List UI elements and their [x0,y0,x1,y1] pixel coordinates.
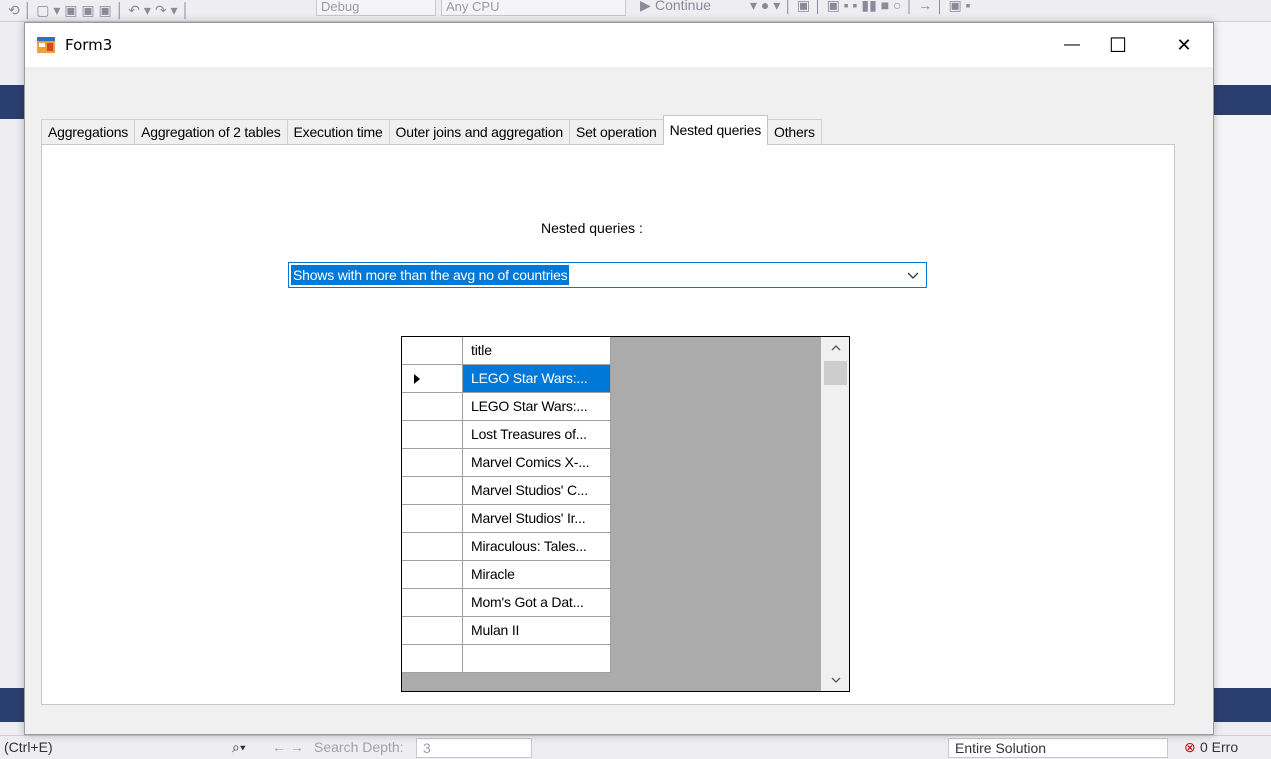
row-header[interactable] [402,477,463,505]
query-select-value: Shows with more than the avg no of count… [291,265,570,285]
continue-button[interactable]: Continue [655,0,711,13]
error-count[interactable]: 0 Erro [1200,739,1238,755]
platform-dropdown[interactable]: Any CPU [441,0,626,16]
column-header-title[interactable]: title [463,337,611,365]
table-row[interactable]: LEGO Star Wars:... [463,393,611,421]
search-depth-label: Search Depth: [314,739,404,755]
nav-arrows[interactable]: ← → [272,739,304,755]
form-app-icon [37,37,55,53]
chevron-down-icon [831,677,840,683]
row-header[interactable] [402,561,463,589]
search-depth-dropdown[interactable]: 3 [416,738,532,758]
tab-aggregation-of-2-tables[interactable]: Aggregation of 2 tables [134,119,288,145]
search-icon[interactable]: ⌕▾ [232,739,246,756]
vs-right-band [1214,85,1271,115]
window-title: Form3 [65,36,113,54]
chevron-down-icon[interactable] [906,267,920,283]
toolbar-icons: ⟲ │ ▢ ▾ ▣ ▣ ▣ │ ↶ ▾ ↷ ▾ │ [8,2,191,18]
row-header[interactable] [402,505,463,533]
title-bar[interactable]: Form3 — ☐ ✕ [25,23,1213,67]
maximize-button[interactable]: ☐ [1095,23,1141,67]
table-row[interactable]: Marvel Comics X-... [463,449,611,477]
table-row[interactable]: Miraculous: Tales... [463,533,611,561]
scroll-down-button[interactable] [821,669,849,691]
table-row[interactable]: Miracle [463,561,611,589]
nested-queries-page: Nested queries : Shows with more than th… [41,144,1175,705]
query-select[interactable]: Shows with more than the avg no of count… [288,262,927,288]
nested-queries-label: Nested queries : [541,220,643,236]
shortcut-hint: (Ctrl+E) [4,739,53,755]
scroll-up-button[interactable] [821,337,849,359]
tab-execution-time[interactable]: Execution time [286,119,390,145]
row-header[interactable] [402,421,463,449]
vs-left-panel [0,22,24,722]
table-row[interactable]: Marvel Studios' Ir... [463,505,611,533]
config-dropdown[interactable]: Debug [316,0,436,16]
row-header[interactable] [402,365,463,393]
table-row[interactable]: Mom's Got a Dat... [463,589,611,617]
debug-toolbar-icons: ▾ ● ▾ │ ▣ │ ▣ ▪ ▪ ▮▮ ■ ○ │ → │ ▣ ▪ [750,0,971,13]
row-header[interactable] [402,589,463,617]
row-header[interactable] [402,449,463,477]
close-button[interactable]: ✕ [1161,23,1207,67]
tab-outer-joins[interactable]: Outer joins and aggregation [388,119,570,145]
table-row-partial[interactable] [463,645,611,673]
table-row[interactable]: Mulan II [463,617,611,645]
scope-dropdown[interactable]: Entire Solution [948,738,1168,758]
table-row[interactable]: LEGO Star Wars:... [463,365,611,393]
play-icon[interactable]: ▶ [640,0,651,14]
tab-others[interactable]: Others [767,119,822,145]
row-header[interactable] [402,617,463,645]
minimize-button[interactable]: — [1049,23,1095,67]
grid-corner-header[interactable] [402,337,463,365]
form-window: Form3 — ☐ ✕ Aggregations Aggregation of … [24,22,1214,735]
tab-aggregations[interactable]: Aggregations [41,119,136,145]
grid-vertical-scrollbar[interactable] [821,337,849,691]
current-row-arrow-icon [414,374,420,384]
row-header[interactable] [402,533,463,561]
row-header[interactable] [402,645,463,673]
chevron-up-icon [831,345,840,351]
row-header[interactable] [402,393,463,421]
vs-status-bar: (Ctrl+E) ⌕▾ ← → Search Depth: 3 Entire S… [0,735,1271,759]
tab-strip: Aggregations Aggregation of 2 tables Exe… [41,115,822,145]
table-row[interactable]: Marvel Studios' C... [463,477,611,505]
vs-right-panel [1214,22,1271,722]
scroll-thumb[interactable] [824,361,847,385]
tab-nested-queries[interactable]: Nested queries [662,115,768,145]
tab-set-operation[interactable]: Set operation [568,119,664,145]
error-icon: ⊗ [1184,739,1196,755]
results-grid[interactable]: title LEGO Star Wars:... LEGO Star Wars:… [401,336,850,692]
vs-toolbar: ⟲ │ ▢ ▾ ▣ ▣ ▣ │ ↶ ▾ ↷ ▾ │ Debug Any CPU … [0,0,1271,22]
table-row[interactable]: Lost Treasures of... [463,421,611,449]
